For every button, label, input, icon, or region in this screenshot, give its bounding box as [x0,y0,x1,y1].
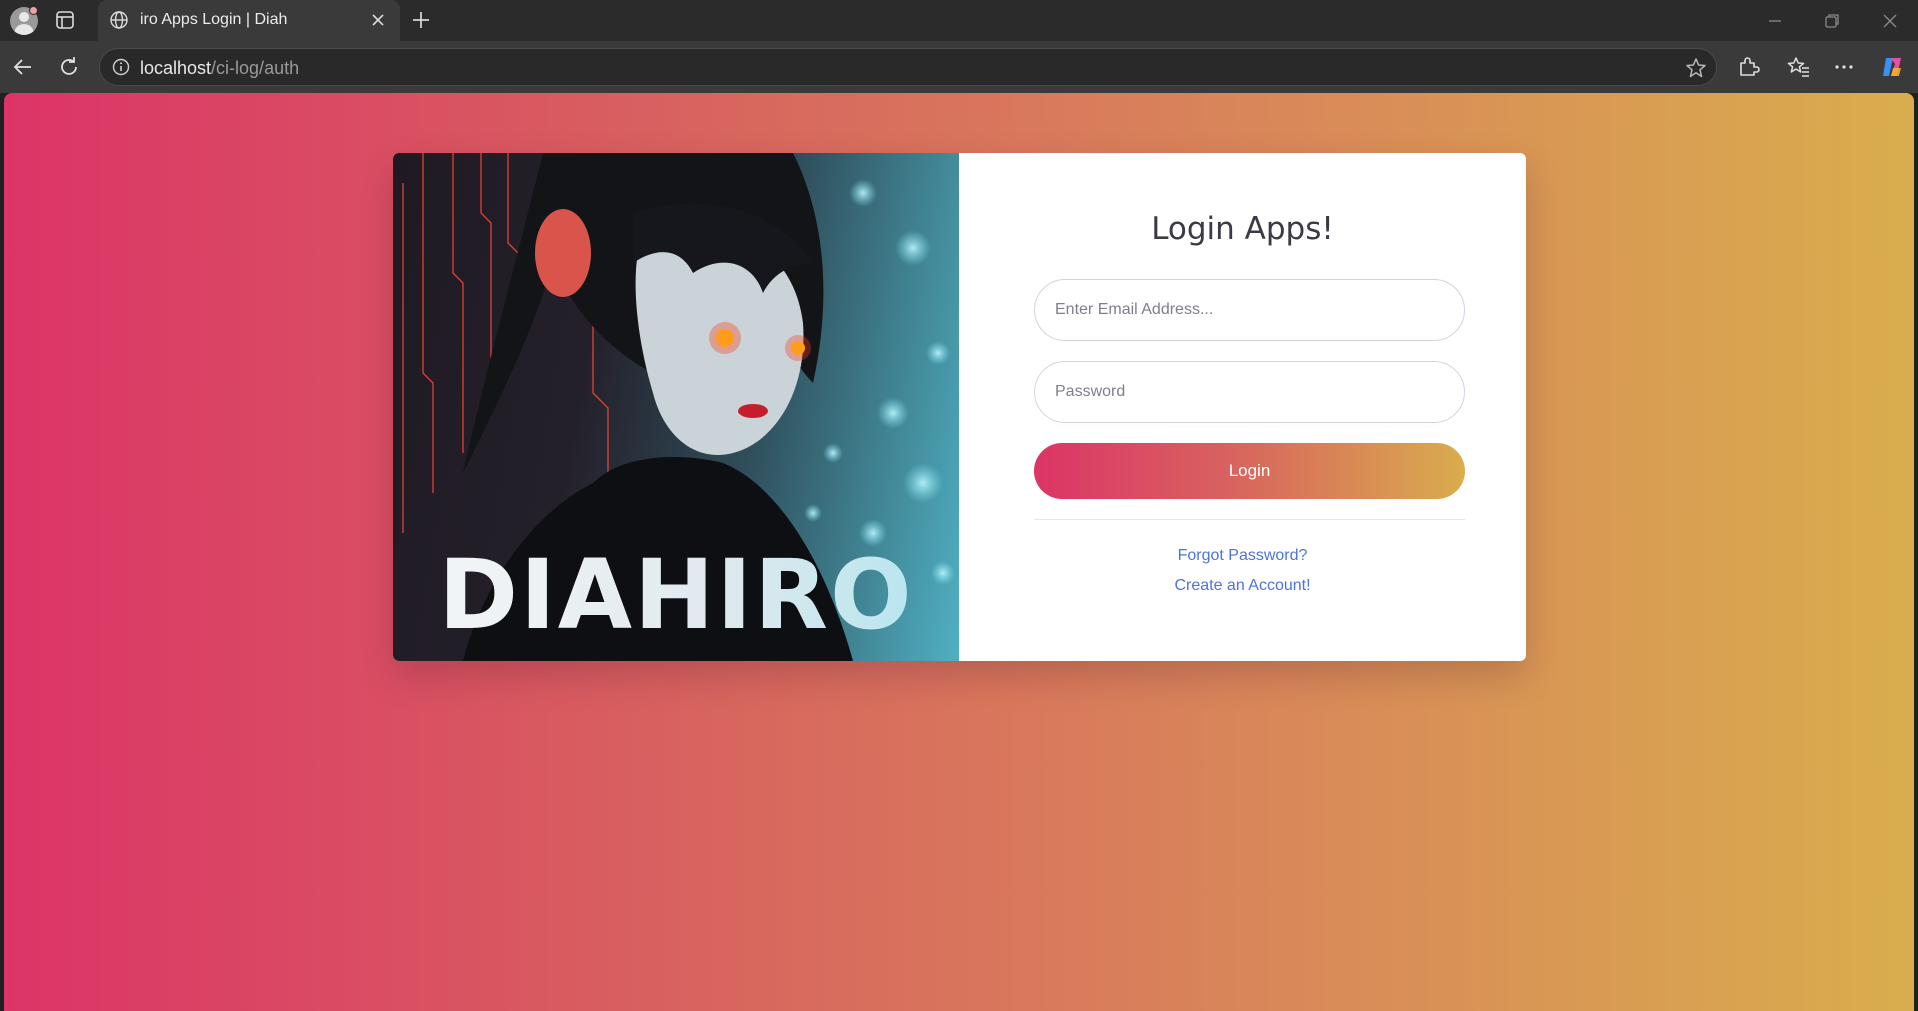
login-button[interactable]: Login [1034,443,1465,499]
create-account-link[interactable]: Create an Account! [959,577,1526,595]
url-host: localhost [140,58,212,78]
login-card: DIAHIRO Login Apps! Login Forgot Passwor… [393,153,1526,661]
favorite-star-icon[interactable] [1684,56,1708,80]
password-input[interactable] [1035,362,1464,422]
close-tab-icon[interactable] [368,10,388,30]
more-options-icon[interactable] [1831,54,1857,80]
form-divider [1034,519,1465,520]
lips [738,404,768,418]
login-form: Login Apps! Login Forgot Password? Creat… [959,153,1526,661]
forgot-password-link[interactable]: Forgot Password? [959,547,1526,565]
email-field-wrapper [1034,279,1465,341]
browser-tab-bar: iro Apps Login | Diah [0,0,1918,41]
url-text[interactable]: localhost/ci-log/auth [140,58,299,79]
extensions-icon[interactable] [1735,54,1761,80]
profile-notification-dot [29,6,38,15]
refresh-icon[interactable] [56,54,82,80]
page-background: DIAHIRO Login Apps! Login Forgot Passwor… [4,93,1914,1011]
ear-shape [535,209,591,297]
tab-title: iro Apps Login | Diah [140,11,288,28]
back-icon[interactable] [10,54,36,80]
password-field-wrapper [1034,361,1465,423]
restore-window-icon[interactable] [1821,10,1843,32]
globe-icon [110,11,128,29]
url-path: /ci-log/auth [211,58,300,78]
favorites-icon[interactable] [1786,54,1812,80]
minimize-window-icon[interactable] [1764,10,1786,32]
email-input[interactable] [1035,280,1464,340]
browser-tab-active[interactable]: iro Apps Login | Diah [98,0,400,41]
new-tab-icon[interactable] [409,8,433,32]
close-window-icon[interactable] [1879,10,1901,32]
browser-nav-bar: localhost/ci-log/auth [0,41,1918,93]
bokeh-lights [804,179,955,585]
site-info-icon[interactable] [112,58,130,76]
diahiro-logo: DIAHIRO [438,539,913,651]
login-heading: Login Apps! [1151,211,1334,247]
copilot-icon[interactable] [1879,54,1905,80]
hero-illustration: DIAHIRO [402,153,955,661]
address-bar[interactable]: localhost/ci-log/auth [99,48,1717,86]
tab-actions-icon[interactable] [54,9,76,31]
hero-image: DIAHIRO [393,153,959,661]
